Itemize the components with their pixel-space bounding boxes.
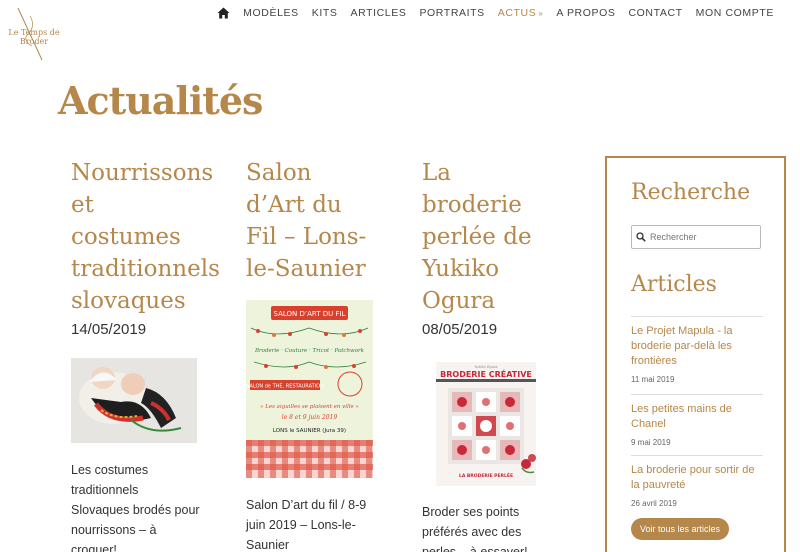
sidebar-article-date: 11 mai 2019 [631, 375, 675, 384]
post-excerpt-2: Salon D’art du fil / 8-9 juin 2019 – Lon… [246, 495, 396, 552]
chevron-down-icon: » [538, 9, 544, 18]
post-excerpt-3: Broder ses points préférés avec des perl… [422, 502, 572, 552]
logo-text-line-2: Broder [19, 37, 49, 46]
sidebar-article-date: 26 avril 2019 [631, 499, 677, 508]
search-icon [636, 232, 646, 242]
sidebar-article-date: 9 mai 2019 [631, 438, 671, 447]
post-title-2-line: le-Saunier [246, 256, 366, 282]
post-title-2-line: d’Art du [246, 192, 342, 218]
post-title-2-line: Fil – Lons- [246, 224, 367, 250]
post-image-1[interactable] [71, 358, 197, 443]
nav-item-actus-label: ACTUS [497, 7, 537, 19]
post-title-3-line: broderie [422, 192, 522, 218]
babies-in-costume-image [71, 358, 197, 443]
book-title-text: BRODERIE CRÉATIVE [440, 368, 532, 379]
salon-poster-image: SALON D’ART DU FIL Broderie · Couture · … [246, 300, 373, 478]
post-title-3-line: Yukiko [422, 256, 500, 282]
post-excerpt-1-line: Les costumes [71, 463, 149, 477]
post-title-1-line: Nourrissons [71, 160, 214, 186]
post-title-3-line: Ogura [422, 288, 496, 314]
post-excerpt-1-line: traditionnels [71, 483, 139, 497]
nav-item-mon-compte[interactable]: MON COMPTE [696, 7, 774, 19]
post-title-1-line: traditionnels [71, 256, 220, 282]
post-title-1-line: slovaques [71, 288, 186, 314]
post-title-1[interactable]: Nourrissons et costumes traditionnels sl… [71, 157, 241, 317]
logo-text-line-1: Le Temps de [8, 28, 60, 37]
embroidery-grid [452, 392, 520, 460]
nav-item-a-propos[interactable]: A PROPOS [556, 7, 615, 19]
poster-title-text: SALON D’ART DU FIL [274, 310, 346, 318]
page-title: Actualités [58, 78, 263, 123]
post-excerpt-1-line: nourrissons – à [71, 523, 157, 537]
sidebar-article-2: Les petites mains de Chanel 9 mai 2019 [631, 394, 763, 447]
sidebar-article-link[interactable]: Le Projet Mapula - la broderie par-delà … [631, 324, 763, 369]
poster-tea-text: SALON de THÉ, RESTAURATION [246, 382, 324, 390]
view-all-articles-button[interactable]: Voir tous les articles [631, 518, 730, 540]
gingham-pattern [246, 440, 373, 478]
post-card-3: La broderie perlée de Yukiko Ogura 08/05… [422, 157, 592, 338]
post-card-2: Salon d’Art du Fil – Lons- le-Saunier [246, 157, 416, 285]
sidebar-article-link[interactable]: La broderie pour sortir de la pauvreté [631, 463, 763, 493]
poster-quote-text: « Les aiguilles se plaisent en ville » [260, 404, 359, 410]
post-excerpt-2-line: Saunier [246, 538, 290, 552]
post-title-2[interactable]: Salon d’Art du Fil – Lons- le-Saunier [246, 157, 416, 285]
post-date-3: 08/05/2019 [422, 321, 498, 338]
post-title-3-line: perlée de [422, 224, 532, 250]
post-image-3[interactable]: Yukiko Ogura BRODERIE CRÉATIVE LA BRODER… [422, 360, 550, 488]
logo-text: Le Temps de Broder [8, 28, 60, 46]
book-author-text: Yukiko Ogura [474, 365, 497, 369]
post-excerpt-3-line: perles... à essayer! [422, 545, 528, 552]
post-title-3-line: La [422, 160, 451, 186]
post-excerpt-3-line: préférés avec des [422, 525, 522, 539]
nav-home-link[interactable] [217, 7, 230, 19]
search-input[interactable] [650, 232, 750, 242]
sidebar-article-link[interactable]: Les petites mains de Chanel [631, 402, 763, 432]
post-excerpt-1-line: croquer! [71, 543, 117, 552]
post-image-2[interactable]: SALON D’ART DU FIL Broderie · Couture · … [246, 300, 373, 478]
post-excerpt-3-line: Broder ses points [422, 505, 520, 519]
post-title-1-line: et [71, 192, 94, 218]
search-heading: Recherche [631, 180, 751, 205]
post-excerpt-2-line: Salon D’art du fil / 8-9 [246, 498, 367, 512]
nav-item-contact[interactable]: CONTACT [628, 7, 682, 19]
post-excerpt-1: Les costumes traditionnels Slovaques bro… [71, 460, 211, 552]
book-cover-image: Yukiko Ogura BRODERIE CRÉATIVE LA BRODER… [436, 362, 536, 486]
poster-location-text: LONS le SAUNIER (Jura 39) [273, 428, 346, 434]
home-icon[interactable] [217, 7, 230, 19]
post-title-2-line: Salon [246, 160, 312, 186]
sidebar-article-3: La broderie pour sortir de la pauvreté 2… [631, 455, 763, 508]
nav-item-modeles[interactable]: MODÈLES [243, 7, 299, 19]
nav-item-portraits[interactable]: PORTRAITS [419, 7, 484, 19]
post-date-1: 14/05/2019 [71, 321, 147, 338]
poster-dates-text: le 8 et 9 juin 2019 [282, 414, 338, 421]
post-excerpt-2-line: juin 2019 – Lons-le- [246, 518, 356, 532]
poster-crafts-text: Broderie · Couture · Tricot · Patchwork [254, 348, 365, 354]
post-title-1-line: costumes [71, 224, 181, 250]
main-nav: MODÈLES KITS ARTICLES PORTRAITS ACTUS» A… [217, 6, 774, 20]
post-excerpt-1-line: Slovaques brodés pour [71, 503, 200, 517]
nav-item-actus[interactable]: ACTUS» [498, 7, 544, 19]
post-card-1: Nourrissons et costumes traditionnels sl… [71, 157, 241, 338]
nav-item-articles[interactable]: ARTICLES [350, 7, 406, 19]
articles-heading: Articles [631, 272, 717, 297]
site-logo[interactable]: Le Temps de Broder [8, 6, 60, 64]
post-title-3[interactable]: La broderie perlée de Yukiko Ogura [422, 157, 592, 317]
sidebar-article-1: Le Projet Mapula - la broderie par-delà … [631, 316, 763, 384]
nav-item-kits[interactable]: KITS [312, 7, 338, 19]
search-box[interactable] [631, 225, 761, 249]
sidebar: Recherche Articles Le Projet Mapula - la… [605, 156, 786, 552]
